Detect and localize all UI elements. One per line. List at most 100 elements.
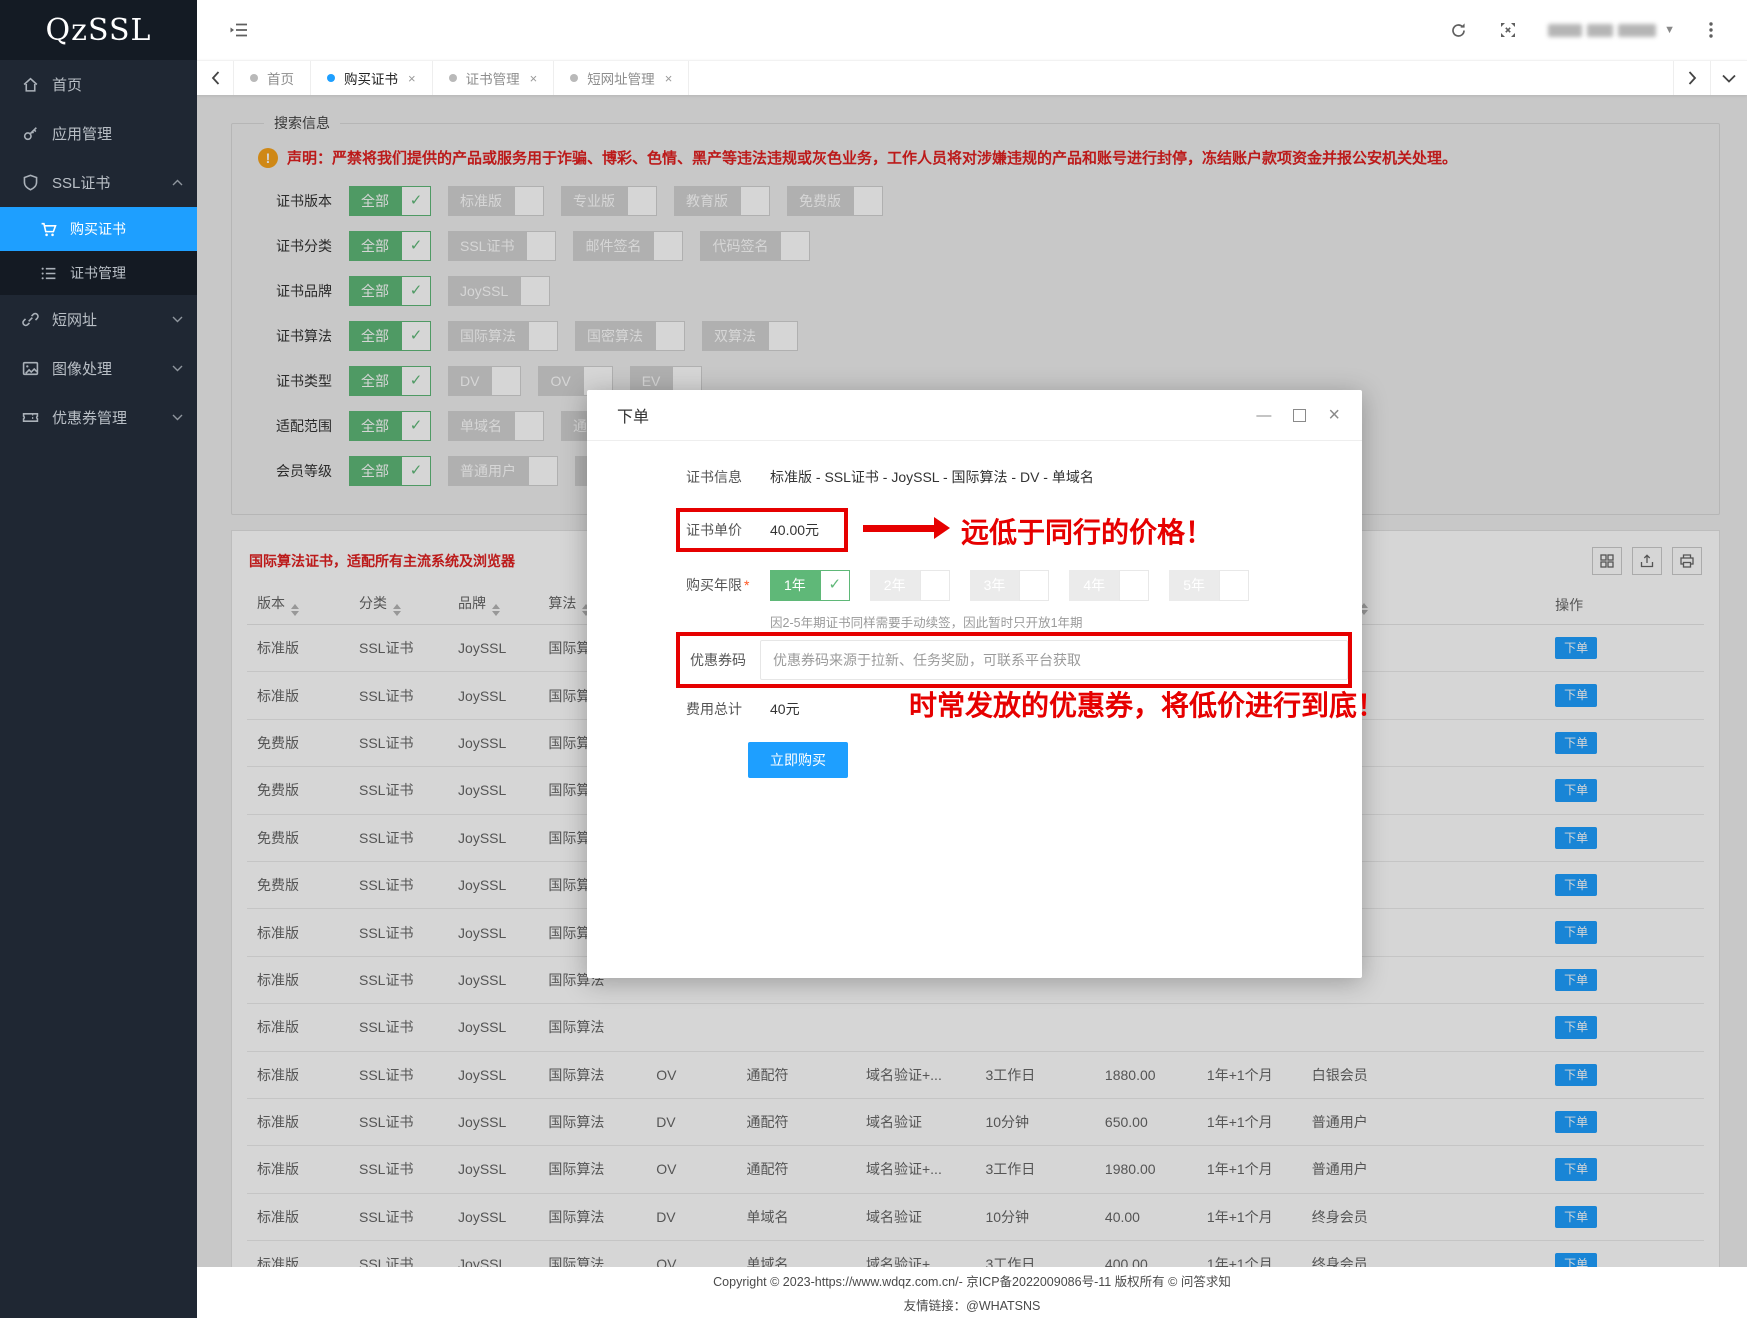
tab-close-icon[interactable]: × [665,72,673,85]
tab-status-dot [570,74,578,82]
sidebar-item-label: 短网址 [52,309,97,330]
checkmark-icon: ✓ [1019,570,1049,601]
sidebar-item-label: 应用管理 [52,123,112,144]
tab-label: 证书管理 [466,68,520,88]
avatar [1548,24,1582,37]
friend-link[interactable]: @WHATSNS [966,1299,1040,1313]
key-icon [22,125,39,142]
tab-证书管理[interactable]: 证书管理 × [433,61,555,95]
copyright-text: Copyright © 2023-https://www.wdqz.com.cn… [713,1271,1231,1290]
cert-info-row: 证书信息 标准版 - SSL证书 - JoySSL - 国际算法 - DV - … [686,462,1094,492]
more-menu-button[interactable] [1697,16,1725,44]
years-options: 1年✓2年✓3年✓4年✓5年✓ [770,570,1269,601]
chevron-up-icon [172,179,183,186]
coupon-highlight-box: 优惠券码 [676,632,1352,688]
sidebar-item-ssl[interactable]: SSL证书 [0,158,197,207]
year-option-checkbox: 4年✓ [1069,570,1149,601]
sidebar-item-label: 证书管理 [70,263,126,283]
price-highlight-box [676,508,848,552]
collapse-sidebar-button[interactable] [225,16,253,44]
refresh-button[interactable] [1444,16,1472,44]
cert-info-label: 证书信息 [686,467,770,487]
tab-scroll-right-button[interactable] [1673,61,1710,95]
cert-info-value: 标准版 - SSL证书 - JoySSL - 国际算法 - DV - 单域名 [770,467,1094,487]
minimize-button[interactable]: — [1256,407,1271,424]
tab-短网址管理[interactable]: 短网址管理 × [554,61,689,95]
chevron-down-icon [172,414,183,421]
topbar: ▼ [197,0,1747,60]
maximize-icon [1293,409,1306,422]
sidebar-item-label: 购买证书 [70,219,126,239]
close-button[interactable]: × [1328,404,1340,427]
coupon-input[interactable] [760,640,1348,680]
sidebar-item-image[interactable]: 图像处理 [0,344,197,393]
modal-title: 下单 [617,403,649,427]
total-value: 40元 [770,699,800,719]
tab-购买证书[interactable]: 购买证书 × [311,61,433,95]
user-name-blurred-2 [1618,24,1656,37]
tab-close-icon[interactable]: × [408,72,416,85]
checkmark-icon: ✓ [820,570,850,601]
chevron-down-icon [172,365,183,372]
checkbox-label: 4年 [1069,570,1119,601]
refresh-icon [1450,22,1467,39]
tab-label: 短网址管理 [587,68,655,88]
total-label: 费用总计 [686,699,770,719]
total-row: 费用总计 40元 [686,694,800,724]
sidebar-item-coupon[interactable]: 优惠券管理 [0,393,197,442]
sidebar-item-label: 图像处理 [52,358,112,379]
image-icon [22,360,39,377]
sidebar-item-home[interactable]: 首页 [0,60,197,109]
maximize-button[interactable] [1293,409,1306,422]
sidebar-item-label: SSL证书 [52,172,110,193]
tab-status-dot [250,74,258,82]
fullscreen-button[interactable] [1494,16,1522,44]
checkmark-icon: ✓ [920,570,950,601]
tab-label: 首页 [267,68,294,88]
year-option-checkbox: 3年✓ [970,570,1050,601]
user-name-blurred [1587,24,1613,37]
checkmark-icon: ✓ [1219,570,1249,601]
years-note: 因2-5年期证书同样需要手动续签，因此暂时只开放1年期 [770,612,1083,631]
app-logo: QzSSL [0,0,197,60]
year-option-checkbox: 2年✓ [870,570,950,601]
tab-close-icon[interactable]: × [530,72,538,85]
tab-scroll-left-button[interactable] [197,61,233,95]
sidebar-item-buy-cert[interactable]: 购买证书 [0,207,197,251]
years-label: 购买年限 [686,577,742,593]
coupon-annotation: 时常发放的优惠券，将低价进行到底！ [909,684,1385,724]
year-option-checkbox[interactable]: 1年✓ [770,570,850,601]
list-icon [40,265,57,282]
price-annotation: 远低于同行的价格！ [961,511,1213,551]
years-label-row: 购买年限* [686,570,770,600]
coupon-label: 优惠券码 [690,650,746,670]
sidebar-item-shorturl[interactable]: 短网址 [0,295,197,344]
annotation-arrow [863,525,935,532]
buy-now-button[interactable]: 立即购买 [748,742,848,778]
tab-status-dot [327,74,335,82]
checkmark-icon: ✓ [1119,570,1149,601]
chevron-down-icon [172,316,183,323]
sidebar-item-label: 优惠券管理 [52,407,127,428]
tab-actions-dropdown[interactable] [1710,61,1747,95]
required-mark: * [744,577,749,593]
cart-icon [40,221,57,238]
year-option-checkbox: 5年✓ [1169,570,1249,601]
tab-首页[interactable]: 首页 [233,61,311,95]
page-footer: Copyright © 2023-https://www.wdqz.com.cn… [197,1267,1747,1318]
tab-label: 购买证书 [344,68,398,88]
page: QzSSL 首页应用管理SSL证书购买证书证书管理短网址图像处理优惠券管理 ▼ [0,0,1747,1318]
sidebar-item-manage-cert[interactable]: 证书管理 [0,251,197,295]
sidebar-submenu-ssl: 购买证书证书管理 [0,207,197,295]
ticket-icon [22,409,39,426]
fullscreen-icon [1500,22,1516,38]
checkbox-label: 2年 [870,570,920,601]
sidebar: QzSSL 首页应用管理 SSL证书购买证书证书管理短网址图像处理优惠券管理 [0,0,197,1318]
user-menu[interactable]: ▼ [1548,24,1675,37]
order-modal: 下单 — × 证书信息 标准版 - SSL证书 - JoySSL - 国际算法 … [587,390,1362,978]
kebab-icon [1709,22,1713,38]
sidebar-item-label: 首页 [52,74,82,95]
sidebar-item-apps[interactable]: 应用管理 [0,109,197,158]
chevron-down-icon: ▼ [1664,24,1675,36]
tab-list: 首页 购买证书 × 证书管理 × 短网址管理 × [233,61,689,95]
